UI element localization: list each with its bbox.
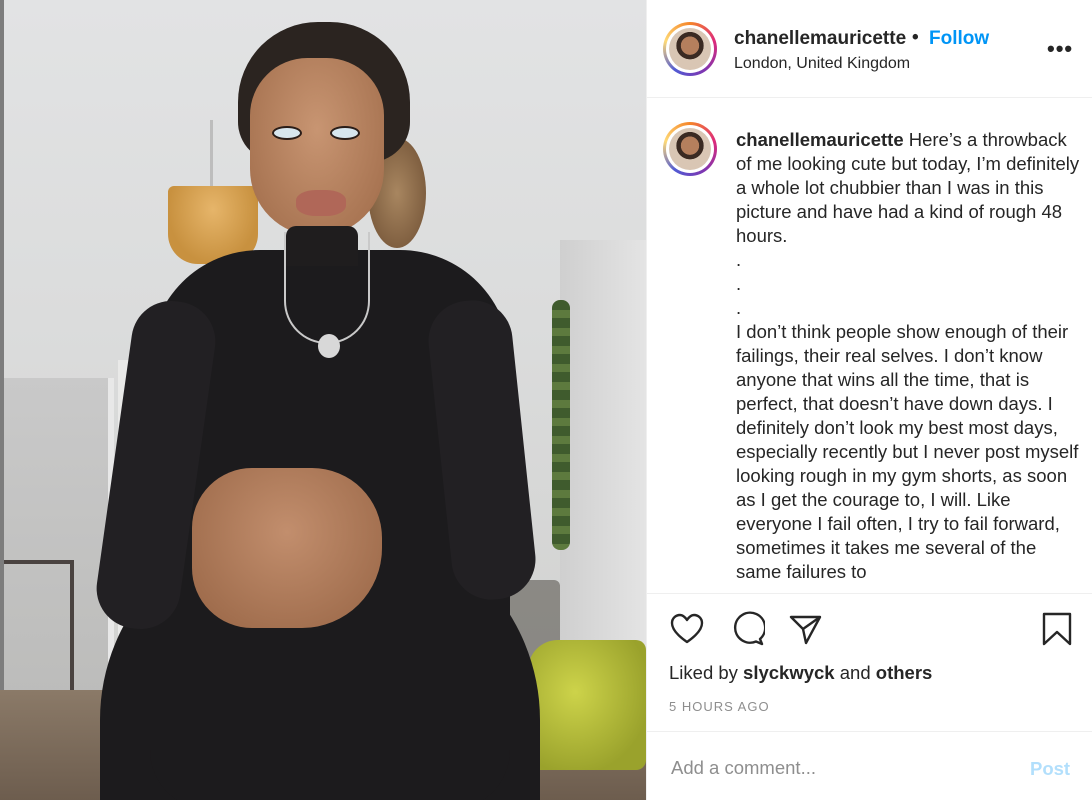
caption-body: Here’s a throwback of me looking cute bu…	[736, 129, 1080, 582]
bookmark-icon[interactable]	[1039, 611, 1075, 647]
avatar-border	[666, 125, 714, 173]
paper-plane-icon[interactable]	[787, 611, 823, 647]
necklace	[284, 232, 370, 344]
comment-bar: Post	[647, 731, 1092, 800]
comment-bubble-icon[interactable]	[729, 611, 767, 647]
post-header: chanellemauricette • Follow London, Unit…	[647, 0, 1092, 98]
avatar[interactable]	[663, 22, 717, 76]
caption-text-block: chanellemauricette Here’s a throwback of…	[736, 128, 1081, 584]
avatar-image	[669, 128, 711, 170]
post-side-panel: chanellemauricette • Follow London, Unit…	[646, 0, 1092, 800]
comment-input[interactable]	[671, 756, 1011, 780]
left-eye	[272, 126, 302, 140]
likes-others-link[interactable]: others	[876, 662, 933, 683]
action-bar	[647, 595, 1092, 665]
more-options-icon[interactable]: •••	[1047, 36, 1073, 62]
caption-section: chanellemauricette Here’s a throwback of…	[647, 98, 1092, 594]
separator-dot: •	[912, 27, 919, 48]
hands	[192, 468, 382, 628]
lips	[296, 190, 346, 216]
liked-by-user-link[interactable]: slyckwyck	[743, 662, 835, 683]
right-eye	[330, 126, 360, 140]
likes-conjunction: and	[839, 662, 871, 683]
caption-username[interactable]: chanellemauricette	[736, 129, 904, 150]
pendant	[318, 334, 340, 358]
post-photo[interactable]	[0, 0, 646, 800]
post-timestamp[interactable]: 5 HOURS AGO	[669, 699, 770, 714]
follow-button[interactable]: Follow	[929, 28, 989, 50]
post-comment-button[interactable]: Post	[1030, 758, 1070, 780]
caption-avatar[interactable]	[663, 122, 717, 176]
person-figure	[0, 0, 646, 800]
avatar-image	[669, 28, 711, 70]
heart-icon[interactable]	[669, 611, 705, 647]
avatar-border	[666, 25, 714, 73]
username-link[interactable]: chanellemauricette	[734, 28, 906, 50]
likes-prefix: Liked by	[669, 662, 738, 683]
likes-summary: Liked by slyckwyck and others	[669, 662, 932, 684]
location-link[interactable]: London, United Kingdom	[734, 55, 910, 73]
